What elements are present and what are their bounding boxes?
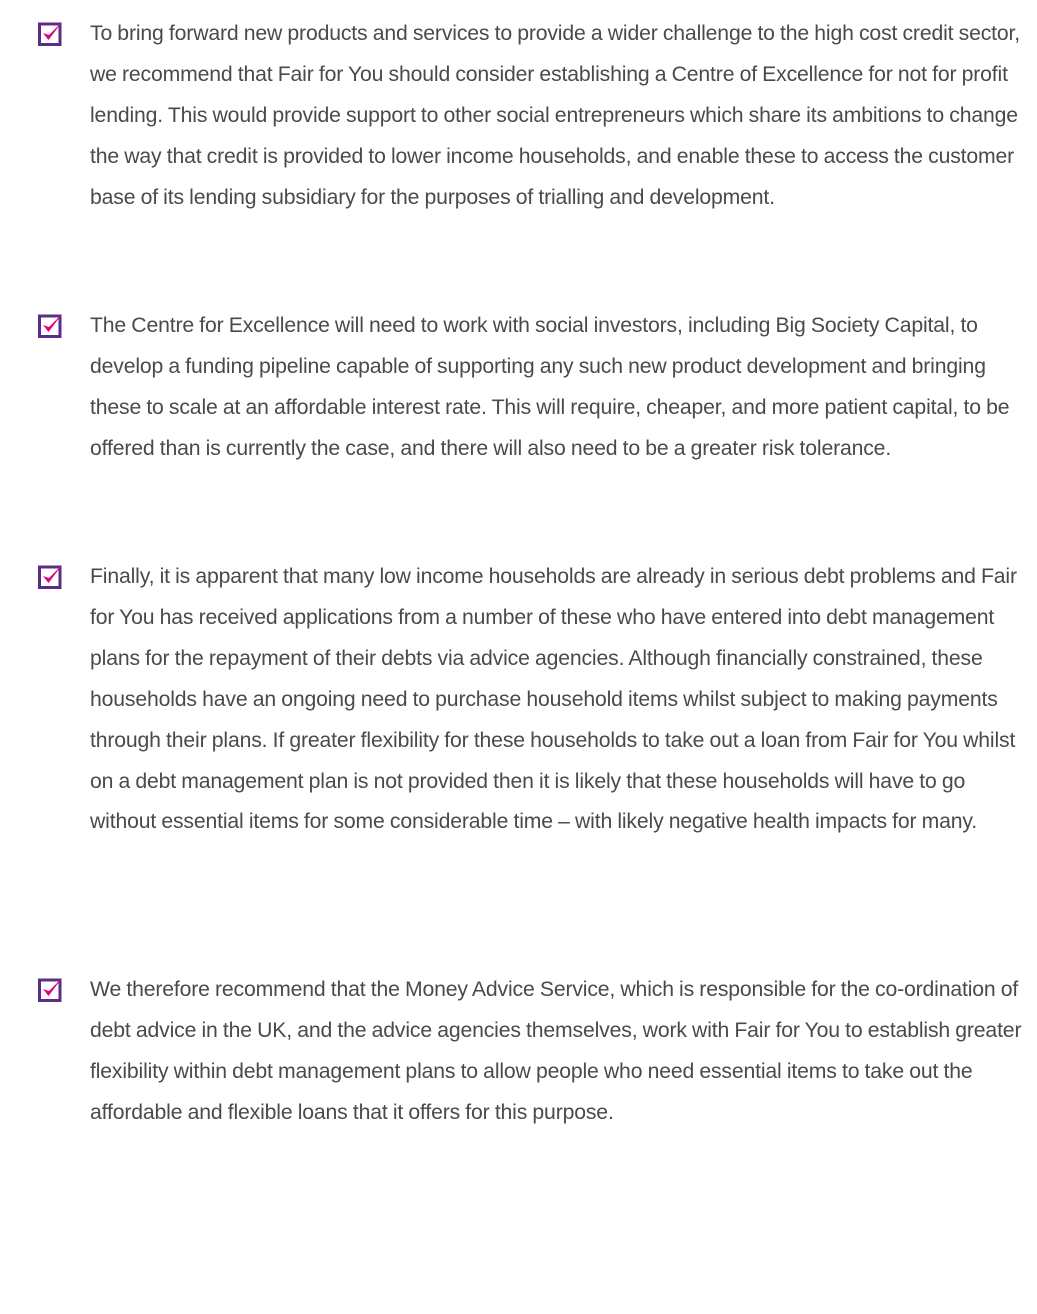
recommendation-text: To bring forward new products and servic… <box>90 22 1020 209</box>
recommendation-text: We therefore recommend that the Money Ad… <box>90 978 1022 1124</box>
recommendations-page: To bring forward new products and servic… <box>0 0 1037 1314</box>
recommendation-text: Finally, it is apparent that many low in… <box>90 565 1017 834</box>
checkbox-checked-icon <box>38 21 63 46</box>
recommendation-text: The Centre for Excellence will need to w… <box>90 314 1010 460</box>
checkbox-checked-icon <box>38 313 63 338</box>
checkbox-checked-icon <box>38 564 63 589</box>
checkbox-checked-icon <box>38 977 63 1002</box>
